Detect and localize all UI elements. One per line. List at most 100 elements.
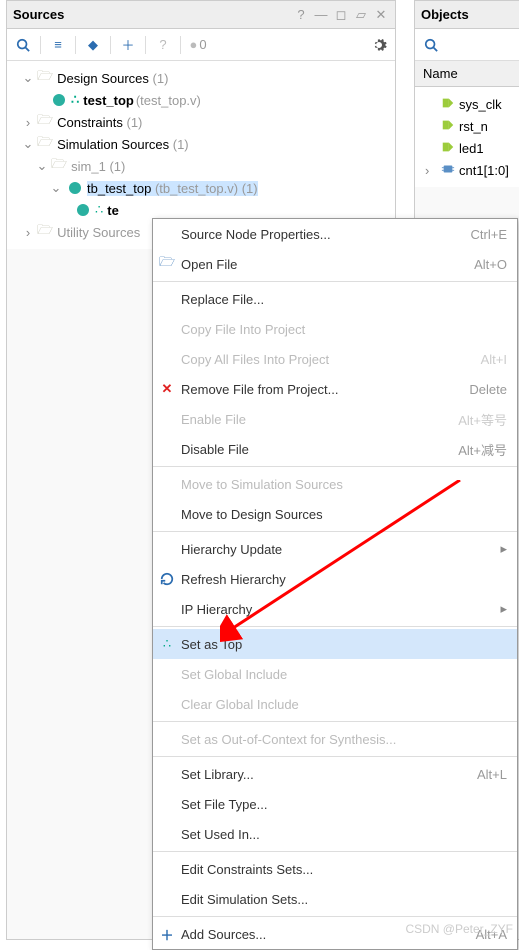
menu-shortcut: Alt+O bbox=[474, 257, 517, 272]
close-icon[interactable]: ✕ bbox=[373, 7, 389, 23]
menu-shortcut: Alt+等号 bbox=[458, 410, 517, 429]
menu-item: Move to Simulation Sources bbox=[153, 469, 517, 499]
object-name: sys_clk bbox=[459, 97, 502, 112]
sources-title: Sources bbox=[13, 7, 293, 22]
module-icon bbox=[77, 204, 89, 216]
object-name: led1 bbox=[459, 141, 484, 156]
sources-toolbar: ≡ ◆ ＋ ? ●0 bbox=[7, 29, 395, 61]
submenu-arrow-icon: ▸ bbox=[500, 601, 517, 617]
menu-item[interactable]: ∴Set as Top bbox=[153, 629, 517, 659]
menu-label: Set as Out-of-Context for Synthesis... bbox=[181, 732, 517, 747]
menu-item[interactable]: Replace File... bbox=[153, 284, 517, 314]
folder-icon: 🗁 bbox=[37, 67, 53, 89]
collapse-icon[interactable]: ≡ bbox=[48, 35, 68, 55]
tb-test-top-node[interactable]: ⌄tb_test_top (tb_test_top.v) (1) bbox=[7, 177, 395, 199]
object-name: rst_n bbox=[459, 119, 488, 134]
name-column[interactable]: Name bbox=[415, 66, 466, 81]
menu-label: Set as Top bbox=[181, 637, 517, 652]
register-icon bbox=[441, 162, 455, 179]
menu-shortcut: Alt+L bbox=[477, 767, 517, 782]
menu-shortcut: Alt+减号 bbox=[458, 440, 517, 459]
menu-item[interactable]: Move to Design Sources bbox=[153, 499, 517, 529]
object-row[interactable]: led1 bbox=[415, 137, 519, 159]
chevron-right-icon[interactable]: › bbox=[425, 163, 437, 178]
object-row[interactable]: sys_clk bbox=[415, 93, 519, 115]
menu-item[interactable]: 🗁Open FileAlt+O bbox=[153, 249, 517, 279]
top-marker-icon: ∴ bbox=[71, 92, 79, 108]
gear-icon[interactable] bbox=[369, 35, 389, 55]
object-row[interactable]: › cnt1[1:0] bbox=[415, 159, 519, 181]
search-icon[interactable] bbox=[13, 35, 33, 55]
menu-item[interactable]: Edit Constraints Sets... bbox=[153, 854, 517, 884]
chevron-down-icon[interactable]: ⌄ bbox=[35, 158, 49, 174]
top-icon: ∴ bbox=[153, 636, 181, 652]
menu-label: Hierarchy Update bbox=[181, 542, 500, 557]
menu-item[interactable]: ✕Remove File from Project...Delete bbox=[153, 374, 517, 404]
folder-icon: 🗁 bbox=[37, 221, 53, 243]
menu-shortcut: Delete bbox=[469, 382, 517, 397]
menu-label: Refresh Hierarchy bbox=[181, 572, 517, 587]
menu-item[interactable]: Set File Type... bbox=[153, 789, 517, 819]
menu-item: Set as Out-of-Context for Synthesis... bbox=[153, 724, 517, 754]
menu-label: Add Sources... bbox=[181, 927, 476, 942]
design-sources-node[interactable]: ⌄🗁Design Sources (1) bbox=[7, 67, 395, 89]
maximize-icon[interactable]: ▱ bbox=[353, 7, 369, 23]
menu-label: Open File bbox=[181, 257, 474, 272]
menu-item[interactable]: Edit Simulation Sets... bbox=[153, 884, 517, 914]
search-icon[interactable] bbox=[421, 35, 441, 55]
menu-label: Replace File... bbox=[181, 292, 517, 307]
object-name: cnt1[1:0] bbox=[459, 163, 509, 178]
chevron-down-icon[interactable]: ⌄ bbox=[21, 136, 35, 152]
menu-label: Set Library... bbox=[181, 767, 477, 782]
open-icon: 🗁 bbox=[153, 253, 181, 275]
chevron-right-icon[interactable]: › bbox=[21, 225, 35, 240]
sources-header: Sources ? — ◻ ▱ ✕ bbox=[7, 1, 395, 29]
menu-item[interactable]: Source Node Properties...Ctrl+E bbox=[153, 219, 517, 249]
test-top-node[interactable]: ∴test_top (test_top.v) bbox=[7, 89, 395, 111]
messages-icon[interactable]: ●0 bbox=[188, 35, 208, 55]
menu-shortcut: Ctrl+E bbox=[471, 227, 517, 242]
menu-item[interactable]: Set Library...Alt+L bbox=[153, 759, 517, 789]
module-icon bbox=[69, 182, 81, 194]
menu-label: Copy All Files Into Project bbox=[181, 352, 481, 367]
objects-columns: Name bbox=[415, 61, 519, 87]
menu-label: Move to Design Sources bbox=[181, 507, 517, 522]
folder-icon: 🗁 bbox=[51, 155, 67, 177]
objects-title: Objects bbox=[421, 7, 519, 22]
menu-item: Copy File Into Project bbox=[153, 314, 517, 344]
menu-item[interactable]: Refresh Hierarchy bbox=[153, 564, 517, 594]
menu-label: Copy File Into Project bbox=[181, 322, 517, 337]
menu-label: Disable File bbox=[181, 442, 458, 457]
constraints-node[interactable]: ›🗁Constraints (1) bbox=[7, 111, 395, 133]
submenu-arrow-icon: ▸ bbox=[500, 541, 517, 557]
menu-item[interactable]: Hierarchy Update▸ bbox=[153, 534, 517, 564]
folder-icon: 🗁 bbox=[37, 133, 53, 155]
add-icon[interactable]: ＋ bbox=[118, 35, 138, 55]
menu-item[interactable]: ＋Add Sources...Alt+A bbox=[153, 919, 517, 949]
help-icon[interactable]: ? bbox=[293, 7, 309, 22]
chevron-down-icon[interactable]: ⌄ bbox=[49, 180, 63, 196]
chevron-down-icon[interactable]: ⌄ bbox=[21, 70, 35, 86]
sort-icon[interactable]: ◆ bbox=[83, 35, 103, 55]
x-icon: ✕ bbox=[153, 381, 181, 397]
menu-item[interactable]: Set Used In... bbox=[153, 819, 517, 849]
window-icon[interactable]: ◻ bbox=[333, 7, 349, 23]
menu-shortcut: Alt+I bbox=[481, 352, 517, 367]
menu-item: Set Global Include bbox=[153, 659, 517, 689]
context-menu: Source Node Properties...Ctrl+E🗁Open Fil… bbox=[152, 218, 518, 950]
objects-tree: sys_clk rst_n led1 › cnt1[1:0] bbox=[415, 87, 519, 187]
port-icon bbox=[441, 96, 455, 113]
menu-item[interactable]: Disable FileAlt+减号 bbox=[153, 434, 517, 464]
menu-item: Enable FileAlt+等号 bbox=[153, 404, 517, 434]
inst-icon: ∴ bbox=[95, 202, 103, 218]
menu-label: Edit Constraints Sets... bbox=[181, 862, 517, 877]
port-icon bbox=[441, 118, 455, 135]
chevron-right-icon[interactable]: › bbox=[21, 115, 35, 130]
object-row[interactable]: rst_n bbox=[415, 115, 519, 137]
menu-label: Set Used In... bbox=[181, 827, 517, 842]
menu-item[interactable]: IP Hierarchy▸ bbox=[153, 594, 517, 624]
minimize-icon[interactable]: — bbox=[313, 7, 329, 22]
help2-icon[interactable]: ? bbox=[153, 35, 173, 55]
simulation-sources-node[interactable]: ⌄🗁Simulation Sources (1) bbox=[7, 133, 395, 155]
sim1-node[interactable]: ⌄🗁sim_1 (1) bbox=[7, 155, 395, 177]
